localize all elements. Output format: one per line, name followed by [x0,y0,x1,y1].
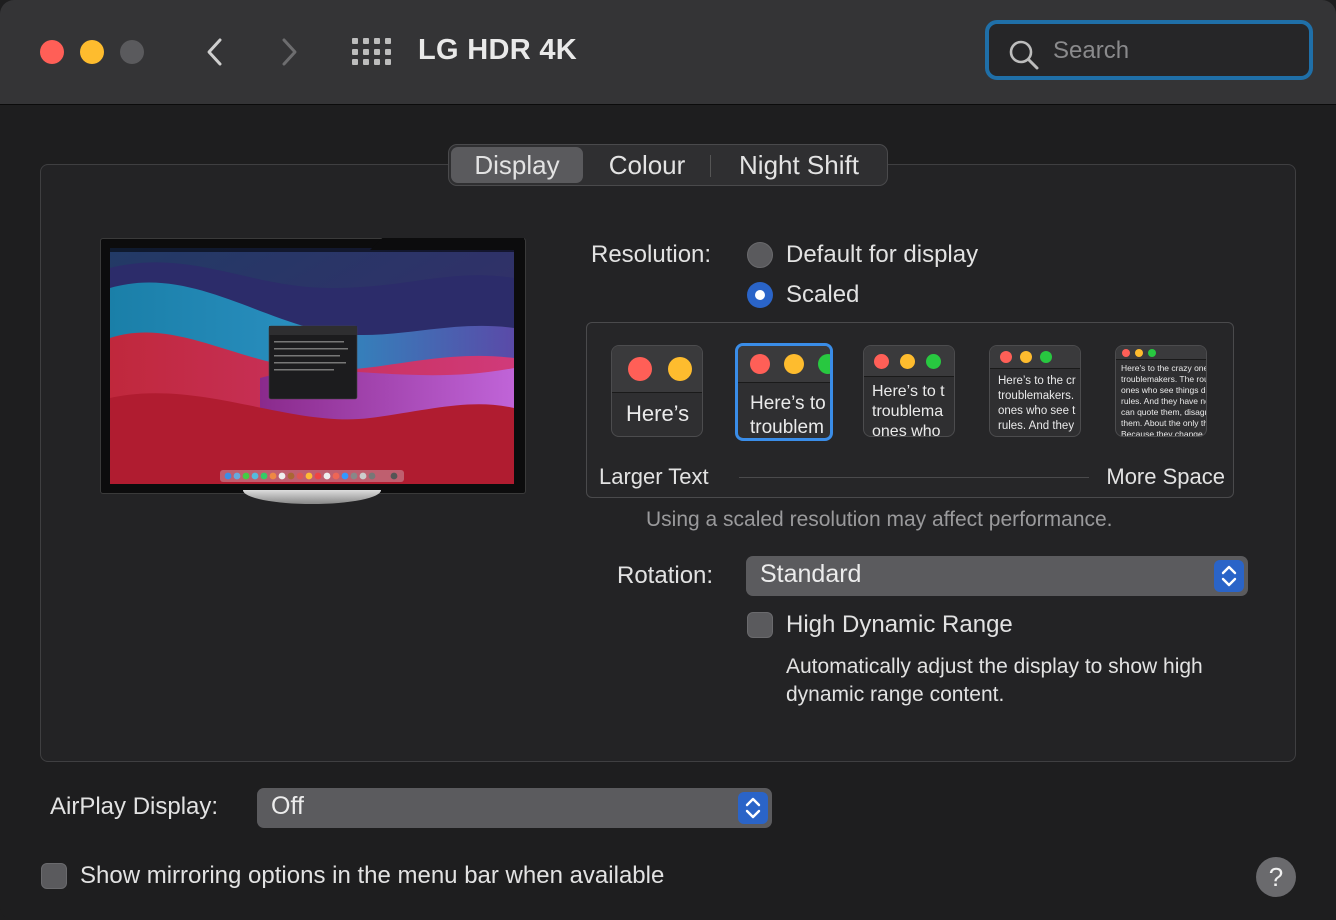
hdr-description: Automatically adjust the display to show… [786,655,1203,706]
airplay-value: Off [271,792,304,820]
rotation-popup-button[interactable]: Standard [746,556,1248,596]
chevron-left-icon [207,38,222,66]
mirroring-label[interactable]: Show mirroring options in the menu bar w… [80,862,664,890]
more-space-label: More Space [1106,464,1225,489]
larger-text-label: Larger Text [599,464,709,489]
mirroring-checkbox[interactable] [41,863,67,889]
desktop-wallpaper [110,248,514,484]
updown-chevron-icon [1214,560,1244,592]
minimize-button[interactable] [80,40,104,64]
radio-label-default[interactable]: Default for display [786,241,978,269]
scale-preview-text: Here’s [626,401,690,426]
rotation-value: Standard [760,560,862,588]
red-dot-icon [1122,349,1130,357]
hdr-checkbox[interactable] [747,612,773,638]
airplay-display-label: AirPlay Display: [50,793,219,820]
scale-option-4[interactable]: Here’s to the cr troublemakers. ones who… [989,345,1081,437]
back-button[interactable] [197,34,233,70]
scale-option-2[interactable]: Here’s to troublem [735,343,833,441]
scale-option-3[interactable]: Here’s to t troublema ones who [863,345,955,437]
red-dot-icon [1000,351,1012,363]
tab-separator [710,155,711,177]
show-all-grid-icon[interactable] [352,38,391,66]
close-button[interactable] [40,40,64,64]
scale-preview-text: Here’s to the cr troublemakers. ones who… [998,375,1076,432]
yellow-dot-icon [668,357,692,381]
help-button[interactable]: ? [1256,857,1296,897]
hdr-label[interactable]: High Dynamic Range [786,611,1013,639]
yellow-dot-icon [784,354,804,374]
toolbar: LG HDR 4K [0,0,1336,105]
monitor-bezel-notch [370,238,524,250]
green-dot-icon [1040,351,1052,363]
yellow-dot-icon [1135,349,1143,357]
tab-colour[interactable]: Colour [585,147,709,183]
tab-night-shift[interactable]: Night Shift [713,147,885,183]
green-dot-icon [926,354,941,369]
green-dot-icon [1148,349,1156,357]
updown-chevron-icon [738,792,768,824]
resolution-label: Resolution: [591,241,712,268]
radio-default-for-display[interactable] [747,242,773,268]
system-preferences-window: LG HDR 4K Display Colour Night Shift [0,0,1336,920]
scale-preview-text: Here’s to the crazy one troublemakers. T… [1121,363,1207,437]
search-field[interactable] [985,20,1313,80]
red-dot-icon [628,357,652,381]
scaled-resolution-picker: Here’s Here’s to troublem Here’s to t tr… [586,322,1234,498]
search-input[interactable] [1051,34,1295,68]
scale-option-5[interactable]: Here’s to the crazy one troublemakers. T… [1115,345,1207,437]
chevron-right-icon [282,38,297,66]
radio-label-scaled[interactable]: Scaled [786,281,859,309]
radio-selected-dot [755,290,765,300]
scale-preview-text: Here’s to troublem [750,393,826,438]
yellow-dot-icon [900,354,915,369]
tab-display[interactable]: Display [451,147,583,183]
window-title: LG HDR 4K [418,34,577,66]
radio-scaled[interactable] [747,282,773,308]
scale-preview-text: Here’s to t troublema ones who [872,383,945,437]
red-dot-icon [750,354,770,374]
search-icon [1009,40,1039,70]
tab-bar: Display Colour Night Shift [448,144,888,186]
wallpaper-graphic [110,248,514,484]
airplay-popup-button[interactable]: Off [257,788,772,828]
yellow-dot-icon [1020,351,1032,363]
scale-slider-track [739,477,1089,478]
green-dot-icon [818,354,830,374]
red-dot-icon [874,354,889,369]
forward-button[interactable] [271,34,307,70]
rotation-label: Rotation: [617,562,714,589]
display-preview-image [100,238,526,494]
zoom-button[interactable] [120,40,144,64]
scale-option-1[interactable]: Here’s [611,345,703,437]
scaled-performance-note: Using a scaled resolution may affect per… [646,508,1113,531]
